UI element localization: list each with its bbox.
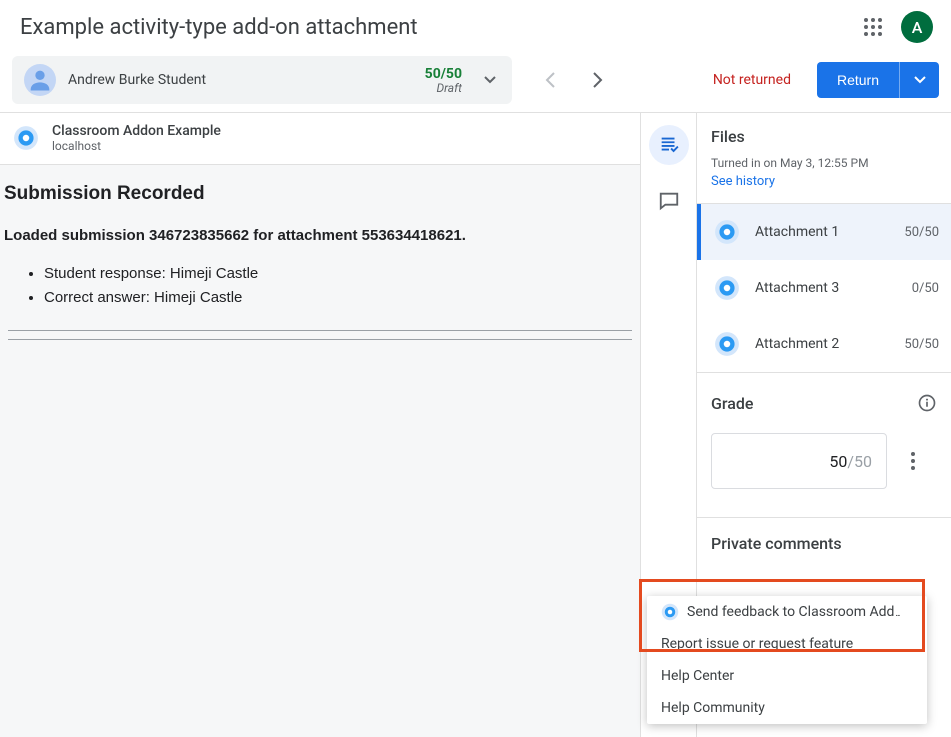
submission-list: Student response: Himeji Castle Correct … — [44, 262, 636, 310]
grade-title: Grade — [711, 394, 753, 413]
next-student-button[interactable] — [586, 68, 610, 92]
list-item: Student response: Himeji Castle — [44, 262, 636, 286]
chevron-down-icon[interactable] — [480, 70, 500, 90]
info-icon[interactable] — [917, 393, 937, 413]
student-name: Andrew Burke Student — [68, 72, 425, 88]
submission-panel: Submission Recorded Loaded submission 34… — [0, 165, 640, 737]
tab-comments-icon[interactable] — [649, 181, 689, 221]
menu-help-community[interactable]: Help Community — [647, 692, 927, 724]
user-icon — [24, 64, 56, 96]
submission-loaded: Loaded submission 346723835662 for attac… — [4, 227, 636, 244]
grade-denominator: /50 — [847, 452, 872, 471]
prev-student-button[interactable] — [538, 68, 562, 92]
menu-help-center[interactable]: Help Center — [647, 660, 927, 692]
addon-host: localhost — [52, 139, 221, 153]
see-history-link[interactable]: See history — [711, 174, 937, 189]
attachment-score: 50/50 — [904, 337, 939, 352]
context-menu: Send feedback to Classroom Add... Report… — [647, 596, 927, 724]
grade-value: 50 — [829, 452, 847, 471]
private-comments-title: Private comments — [711, 534, 937, 553]
grade-input[interactable]: 50 /50 — [711, 433, 887, 489]
menu-report-issue[interactable]: Report issue or request feature — [647, 628, 927, 660]
attachment-score: 0/50 — [912, 281, 939, 296]
addon-icon — [12, 124, 40, 152]
status-not-returned: Not returned — [713, 72, 791, 88]
addon-icon — [713, 330, 741, 358]
tab-files-icon[interactable] — [649, 125, 689, 165]
more-icon[interactable] — [901, 449, 925, 473]
attachment-score: 50/50 — [904, 225, 939, 240]
draft-label: Draft — [425, 82, 462, 94]
avatar[interactable]: A — [901, 11, 933, 43]
page-title: Example activity-type add-on attachment — [20, 15, 418, 40]
list-item: Correct answer: Himeji Castle — [44, 286, 636, 310]
return-dropdown-button[interactable] — [899, 62, 939, 98]
submission-heading: Submission Recorded — [4, 183, 636, 205]
addon-icon — [661, 603, 679, 621]
files-title: Files — [711, 127, 937, 146]
student-score: 50/50 — [425, 66, 462, 82]
apps-icon[interactable] — [861, 15, 885, 39]
attachment-name: Attachment 2 — [755, 336, 904, 352]
addon-icon — [713, 218, 741, 246]
addon-icon — [713, 274, 741, 302]
attachment-name: Attachment 3 — [755, 280, 912, 296]
turned-in-label: Turned in on May 3, 12:55 PM — [711, 156, 937, 170]
return-button[interactable]: Return — [817, 62, 899, 98]
menu-send-feedback[interactable]: Send feedback to Classroom Add... — [647, 596, 927, 628]
student-selector[interactable]: Andrew Burke Student 50/50 Draft — [12, 56, 512, 104]
attachment-row[interactable]: Attachment 250/50 — [697, 316, 951, 372]
attachment-name: Attachment 1 — [755, 224, 904, 240]
attachment-row[interactable]: Attachment 150/50 — [697, 204, 951, 260]
attachment-row[interactable]: Attachment 30/50 — [697, 260, 951, 316]
addon-title: Classroom Addon Example — [52, 123, 221, 139]
addon-header: Classroom Addon Example localhost — [0, 113, 640, 165]
